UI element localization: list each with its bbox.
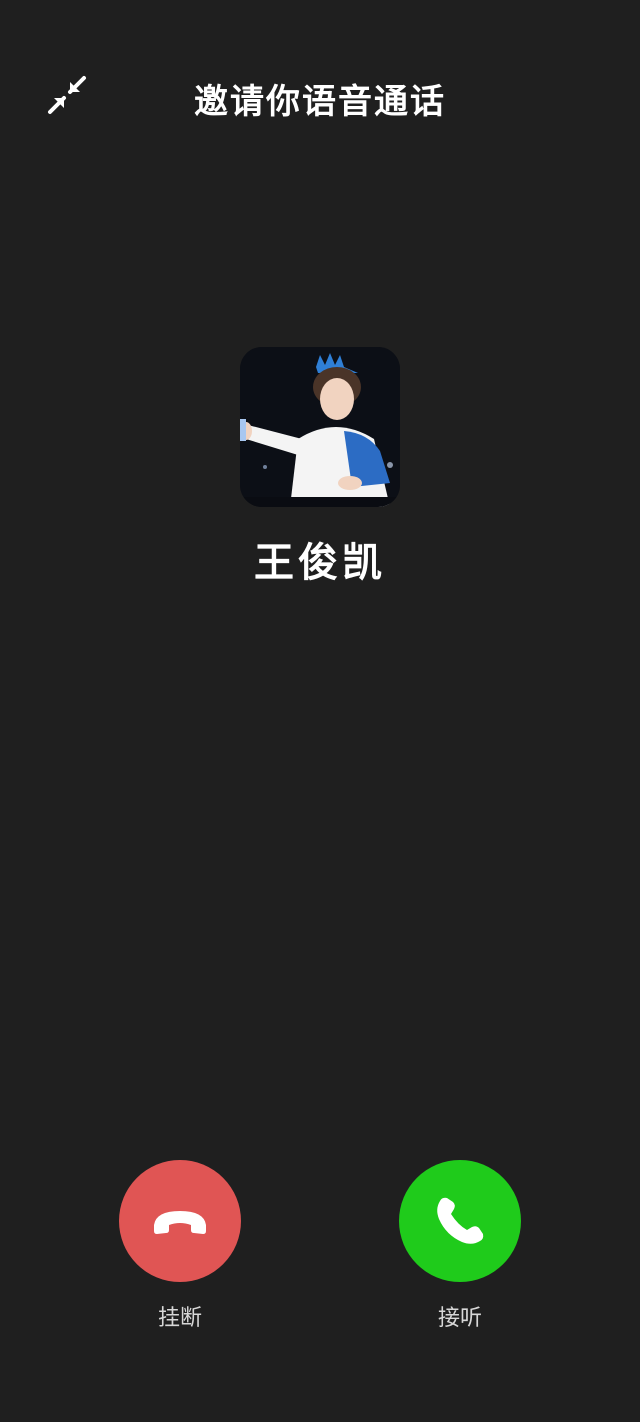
answer-label: 接听 (437, 1306, 482, 1331)
avatar (240, 347, 400, 507)
hangup-button[interactable] (119, 1160, 241, 1282)
page-title: 邀请你语音通话 (194, 82, 446, 122)
hangup-label: 挂断 (157, 1306, 202, 1331)
hangup-action: 挂断 (119, 1160, 241, 1332)
phone-answer-icon (437, 1197, 484, 1244)
avatar-photo (240, 347, 400, 507)
answer-button[interactable] (399, 1160, 521, 1282)
phone-hangup-icon (154, 1211, 206, 1234)
answer-action: 接听 (399, 1160, 521, 1332)
caller-name: 王俊凯 (254, 540, 386, 586)
